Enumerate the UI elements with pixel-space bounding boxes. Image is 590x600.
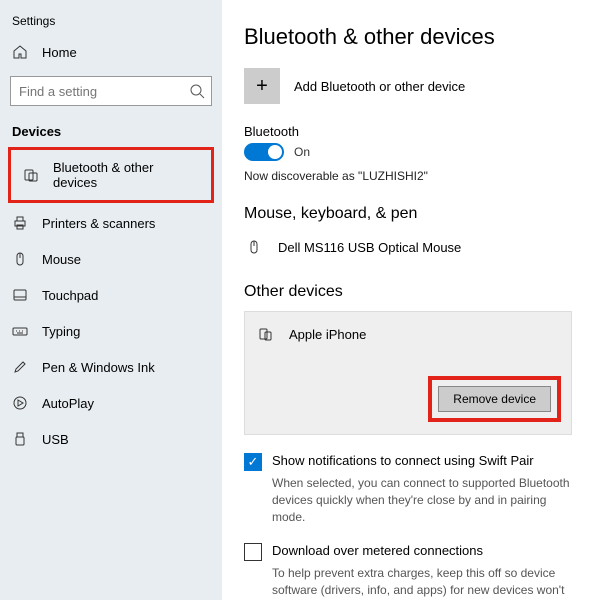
nav-item-label: USB	[42, 432, 69, 447]
nav-typing[interactable]: Typing	[0, 313, 222, 349]
touchpad-icon	[12, 287, 28, 303]
device-mouse[interactable]: Dell MS116 USB Optical Mouse	[244, 233, 572, 261]
discoverable-text: Now discoverable as "LUZHISHI2"	[244, 169, 572, 183]
search-button[interactable]	[182, 76, 212, 106]
nav-mouse[interactable]: Mouse	[0, 241, 222, 277]
keyboard-icon	[12, 323, 28, 339]
metered-label: Download over metered connections	[272, 543, 483, 558]
other-device-panel: Apple iPhone Remove device	[244, 311, 572, 435]
nav-touchpad[interactable]: Touchpad	[0, 277, 222, 313]
remove-highlight: Remove device	[428, 376, 561, 422]
nav-bluetooth[interactable]: Bluetooth & other devices	[8, 147, 214, 203]
app-title: Settings	[0, 8, 222, 34]
toggle-state-label: On	[294, 145, 310, 159]
section-other-devices: Other devices	[244, 283, 572, 301]
nav-home-label: Home	[42, 45, 77, 60]
device-label: Dell MS116 USB Optical Mouse	[278, 240, 461, 255]
bluetooth-toggle[interactable]	[244, 143, 284, 161]
page-title: Bluetooth & other devices	[244, 24, 572, 50]
section-mouse-keyboard: Mouse, keyboard, & pen	[244, 205, 572, 223]
nav-item-label: Typing	[42, 324, 80, 339]
home-icon	[12, 44, 28, 60]
nav-pen[interactable]: Pen & Windows Ink	[0, 349, 222, 385]
bluetooth-icon	[23, 167, 39, 183]
nav-item-label: AutoPlay	[42, 396, 94, 411]
metered-help: To help prevent extra charges, keep this…	[272, 565, 572, 600]
pen-icon	[12, 359, 28, 375]
remove-device-button[interactable]: Remove device	[438, 386, 551, 412]
nav-item-label: Bluetooth & other devices	[53, 160, 199, 190]
sidebar: Settings Home Devices Bluetooth & other …	[0, 0, 222, 600]
autoplay-icon	[12, 395, 28, 411]
usb-icon	[12, 431, 28, 447]
device-phone[interactable]: Apple iPhone	[255, 320, 561, 348]
bluetooth-caption: Bluetooth	[244, 124, 572, 139]
search-icon	[189, 83, 205, 99]
nav-item-label: Printers & scanners	[42, 216, 155, 231]
swift-pair-help: When selected, you can connect to suppor…	[272, 475, 572, 525]
nav-autoplay[interactable]: AutoPlay	[0, 385, 222, 421]
nav-item-label: Mouse	[42, 252, 81, 267]
mouse-icon	[12, 251, 28, 267]
content-area: Bluetooth & other devices + Add Bluetoot…	[222, 0, 590, 600]
add-device-label: Add Bluetooth or other device	[294, 79, 465, 94]
nav-home[interactable]: Home	[0, 34, 222, 70]
nav-item-label: Touchpad	[42, 288, 98, 303]
add-device-button[interactable]: + Add Bluetooth or other device	[244, 68, 572, 104]
plus-icon: +	[244, 68, 280, 104]
swift-pair-label: Show notifications to connect using Swif…	[272, 453, 534, 468]
nav-usb[interactable]: USB	[0, 421, 222, 457]
phone-icon	[255, 324, 275, 344]
section-devices: Devices	[0, 116, 222, 145]
search-wrap	[10, 76, 212, 106]
metered-checkbox[interactable]	[244, 543, 262, 561]
swift-pair-checkbox[interactable]: ✓	[244, 453, 262, 471]
printer-icon	[12, 215, 28, 231]
mouse-icon	[244, 237, 264, 257]
nav-printers[interactable]: Printers & scanners	[0, 205, 222, 241]
nav-item-label: Pen & Windows Ink	[42, 360, 155, 375]
device-label: Apple iPhone	[289, 327, 366, 342]
